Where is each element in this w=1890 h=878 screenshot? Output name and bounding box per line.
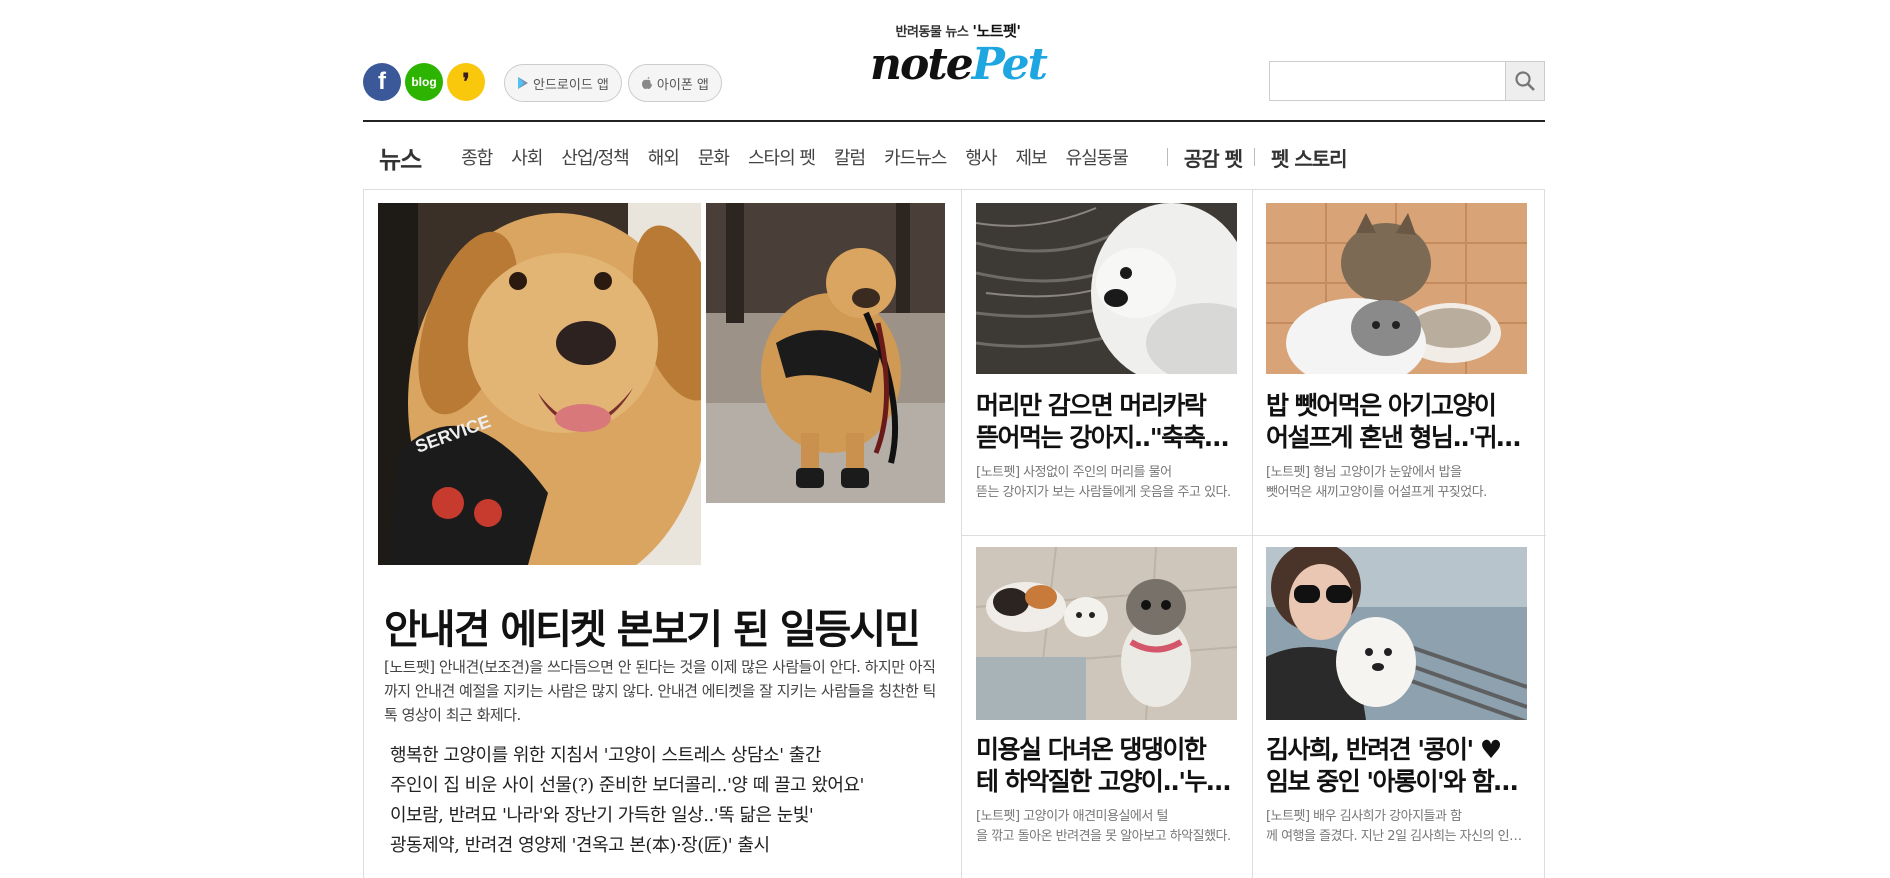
nav-item-industry-policy[interactable]: 산업/정책 <box>561 144 629 170</box>
nav-item-general[interactable]: 종합 <box>461 144 493 170</box>
google-play-icon <box>518 77 528 89</box>
search-icon <box>1515 71 1535 91</box>
cat-and-groomed-dog-image <box>976 547 1237 720</box>
site-header: f blog ❜ 안드로이드 앱 아이폰 앱 반려동물 뉴스 '노트펫' not… <box>363 20 1545 121</box>
news-card-summary: [노트펫] 형님 고양이가 눈앞에서 밥을 뺏어먹은 새끼고양이를 어설프게 꾸짖… <box>1266 465 1487 500</box>
news-card-photo[interactable] <box>976 203 1237 374</box>
app-links: 안드로이드 앱 아이폰 앱 <box>504 64 722 102</box>
headline-grid: SERVICE 안내견 에티켓 본보기 된 일등시민 [노트펫] 안내견(보조견… <box>363 189 1546 878</box>
facebook-icon[interactable]: f <box>363 63 401 101</box>
apple-icon <box>641 77 652 89</box>
nav-divider <box>1166 148 1168 166</box>
main-article-summary: [노트펫] 안내견(보조견)을 쓰다듬으면 안 된다는 것을 이제 많은 사람들… <box>384 658 936 724</box>
main-article-title[interactable]: 안내견 에티켓 본보기 된 일등시민 <box>384 597 954 655</box>
iphone-app-label: 아이폰 앱 <box>656 77 709 93</box>
main-article-photo-right[interactable] <box>706 203 945 503</box>
news-card-summary: [노트펫] 고양이가 애견미용실에서 털을 깎고 돌아온 반려견을 못 알아보고… <box>976 809 1231 844</box>
news-card-photo[interactable] <box>1266 203 1527 374</box>
related-article-link[interactable]: 행복한 고양이를 위한 지침서 '고양이 스트레스 상담소' 출간 <box>390 741 940 771</box>
related-article-link[interactable]: 이보람, 반려묘 '나라'와 장난기 가득한 일상..'똑 닮은 눈빛' <box>390 801 940 831</box>
social-links: f blog ❜ <box>363 63 485 101</box>
related-articles-list: 행복한 고양이를 위한 지침서 '고양이 스트레스 상담소' 출간 주인이 집 … <box>390 741 940 861</box>
logo-tagline: 반려동물 뉴스 '노트펫' <box>895 22 1021 40</box>
nav-item-overseas[interactable]: 해외 <box>648 144 680 170</box>
nav-item-lost-animals[interactable]: 유실동물 <box>1066 144 1129 170</box>
guide-dog-sitting-image <box>706 203 945 503</box>
news-card-summary: [노트펫] 배우 김사희가 강아지들과 함께 여행을 즐겼다. 지난 2일 김사… <box>1266 809 1528 844</box>
nav-item-culture[interactable]: 문화 <box>698 144 730 170</box>
news-card-photo[interactable] <box>976 547 1237 720</box>
news-card-title[interactable]: 밥 뺏어먹은 아기고양이 어설프게 혼낸 형님..'귀여워' <box>1266 390 1528 454</box>
android-app-button[interactable]: 안드로이드 앱 <box>504 64 622 102</box>
header-divider <box>363 120 1545 122</box>
nav-divider <box>1254 148 1255 166</box>
android-app-label: 안드로이드 앱 <box>533 77 609 93</box>
search-input[interactable] <box>1269 61 1505 101</box>
main-article-photo-left[interactable]: SERVICE <box>378 203 701 565</box>
column-divider <box>961 190 962 878</box>
news-card-photo[interactable] <box>1266 547 1527 720</box>
search-box <box>1269 61 1545 101</box>
kakao-story-icon[interactable]: ❜ <box>447 63 485 101</box>
nav-item-tip[interactable]: 제보 <box>1015 144 1047 170</box>
nav-item-column[interactable]: 칼럼 <box>834 144 866 170</box>
nav-item-events[interactable]: 행사 <box>965 144 997 170</box>
dog-biting-hair-image <box>976 203 1237 374</box>
related-article-link[interactable]: 광동제약, 반려견 영양제 '견옥고 본(本)·장(匠)' 출시 <box>390 831 940 861</box>
nav-item-star-pet[interactable]: 스타의 펫 <box>748 144 816 170</box>
blog-icon[interactable]: blog <box>405 63 443 101</box>
actress-with-dog-image <box>1266 547 1527 720</box>
nav-item-empathy-pet[interactable]: 공감 펫 <box>1184 143 1243 172</box>
news-card-title[interactable]: 미용실 다녀온 댕댕이한테 하악질한 고양이..'누구세요?' <box>976 734 1238 798</box>
column-divider <box>1252 190 1253 878</box>
page: f blog ❜ 안드로이드 앱 아이폰 앱 반려동물 뉴스 '노트펫' not… <box>0 0 1890 878</box>
search-button[interactable] <box>1505 61 1545 101</box>
main-nav: 뉴스 종합 사회 산업/정책 해외 문화 스타의 펫 칼럼 카드뉴스 행사 제보… <box>363 128 1545 186</box>
guide-dog-closeup-image: SERVICE <box>378 203 701 565</box>
logo-wordmark: notePet <box>870 39 1048 90</box>
nav-item-pet-story[interactable]: 펫 스토리 <box>1271 143 1348 172</box>
nav-title: 뉴스 <box>379 145 422 174</box>
iphone-app-button[interactable]: 아이폰 앱 <box>627 64 722 102</box>
news-card-summary: [노트펫] 사정없이 주인의 머리를 물어 뜯는 강아지가 보는 사람들에게 웃음… <box>976 465 1231 500</box>
row-divider <box>961 535 1546 536</box>
site-logo[interactable]: 반려동물 뉴스 '노트펫' notePet <box>868 20 1048 110</box>
news-card-title[interactable]: 김사희, 반려견 '콩이' ♥임보 중인 '아롱이'와 함께한 여행 <box>1266 734 1528 798</box>
nav-item-society[interactable]: 사회 <box>511 144 543 170</box>
news-card-title[interactable]: 머리만 감으면 머리카락뜯어먹는 강아지.."축축한 머리카락 좋아" <box>976 390 1238 454</box>
kittens-eating-image <box>1266 203 1527 374</box>
nav-item-card-news[interactable]: 카드뉴스 <box>884 144 947 170</box>
related-article-link[interactable]: 주인이 집 비운 사이 선물(?) 준비한 보더콜리..'양 떼 끌고 왔어요' <box>390 771 940 801</box>
